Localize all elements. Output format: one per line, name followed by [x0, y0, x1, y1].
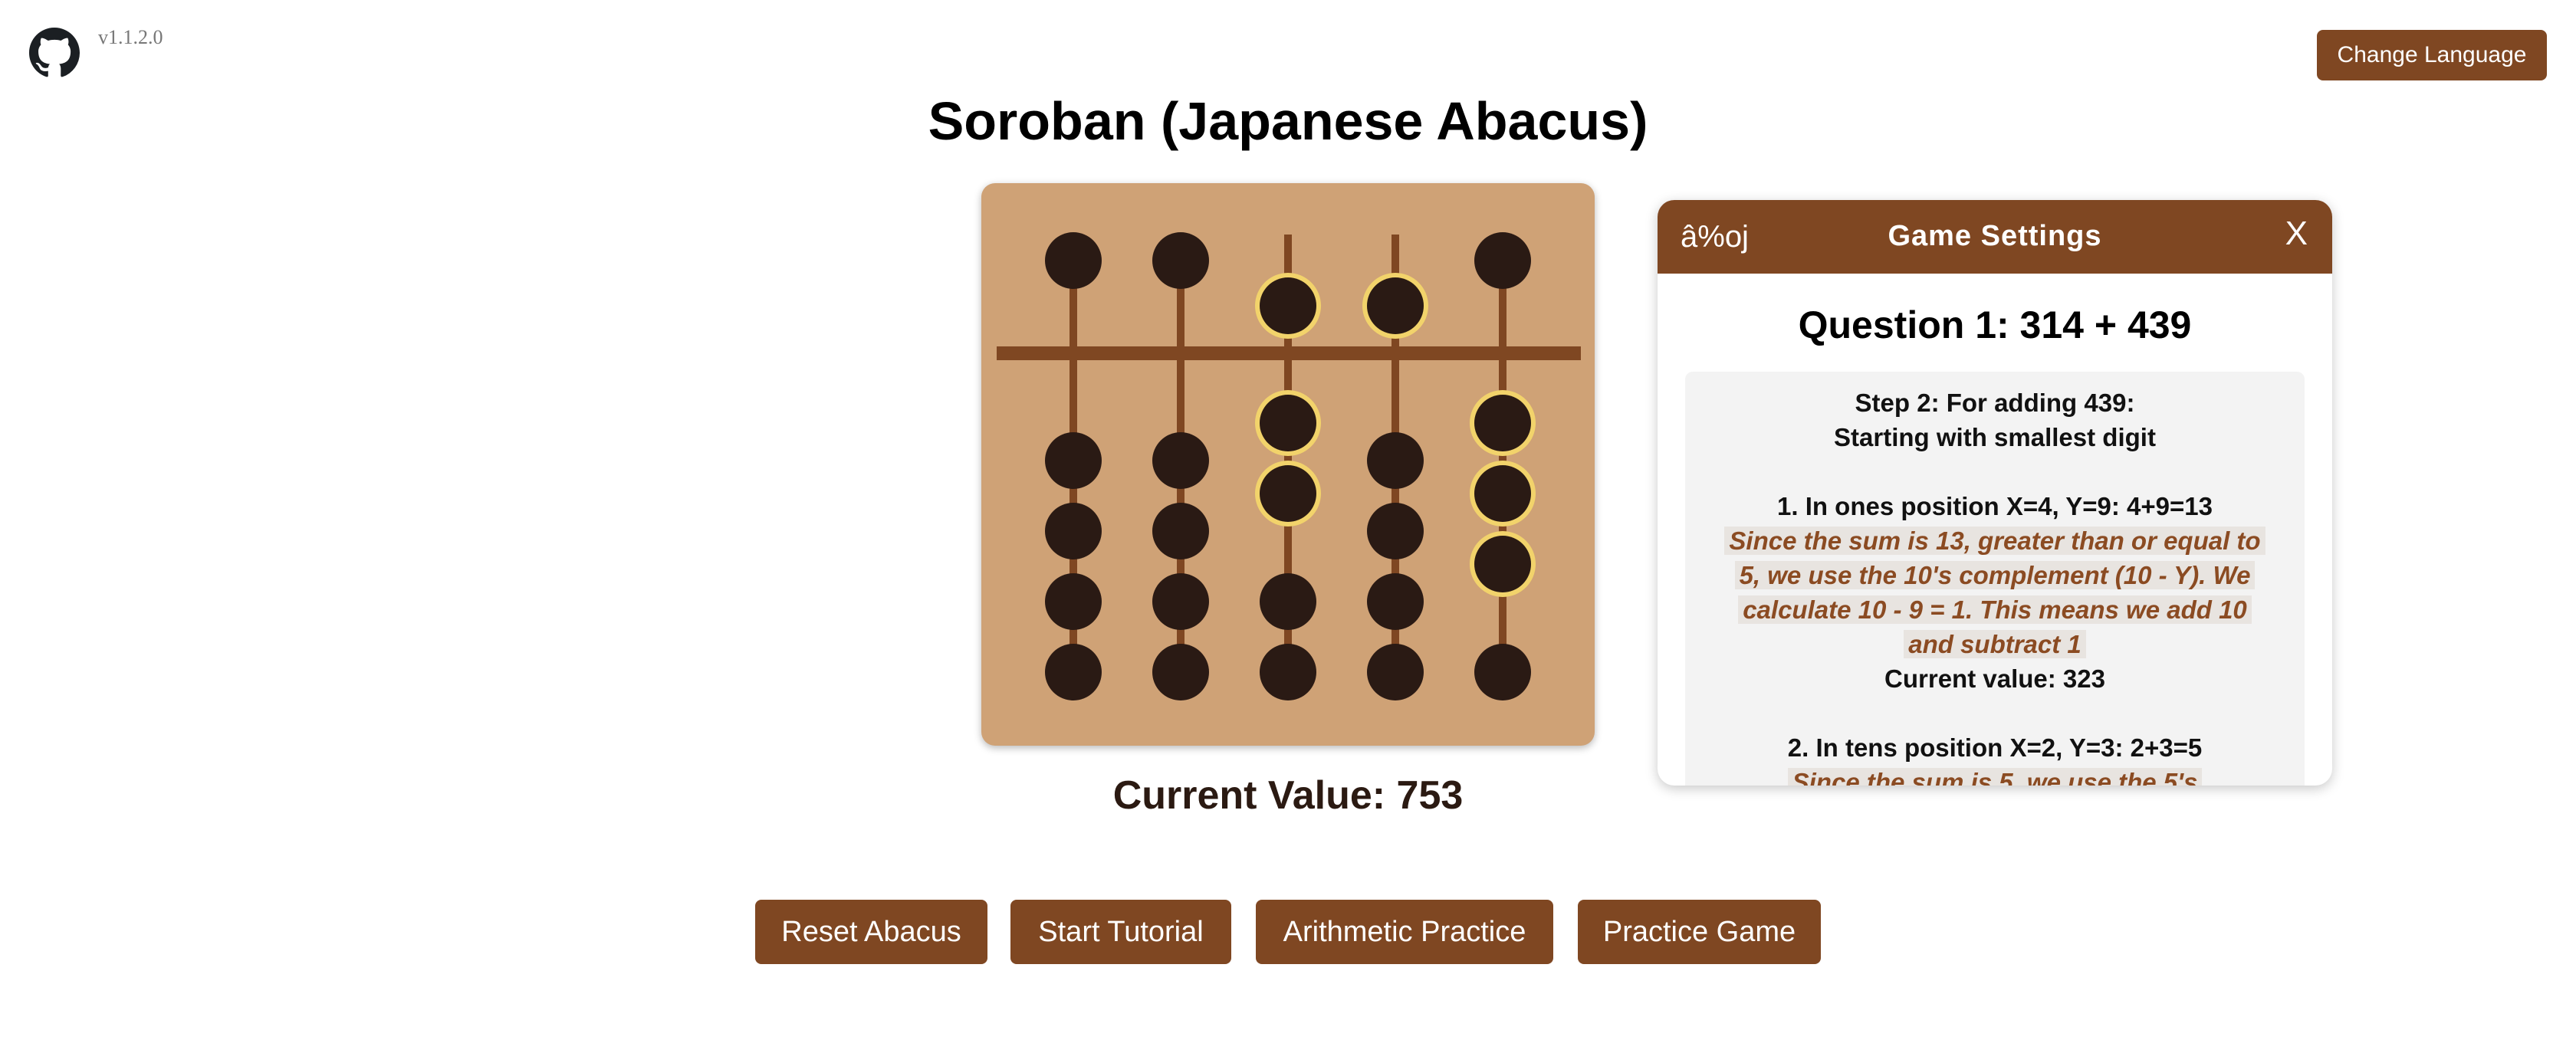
- page-title: Soroban (Japanese Abacus): [928, 91, 1648, 151]
- abacus-svg: [997, 232, 1581, 700]
- upper-bead[interactable]: [1045, 232, 1102, 289]
- reset-abacus-button[interactable]: Reset Abacus: [755, 900, 987, 964]
- abacus-frame: [981, 183, 1595, 746]
- lower-bead[interactable]: [1260, 465, 1316, 522]
- tutorial-steps[interactable]: Step 2: For adding 439: Starting with sm…: [1685, 372, 2305, 786]
- step-item-1-value: Current value: 323: [1884, 664, 2105, 693]
- upper-bead[interactable]: [1260, 277, 1316, 334]
- close-button[interactable]: X: [2281, 214, 2312, 254]
- lower-bead[interactable]: [1367, 644, 1424, 700]
- upper-bead[interactable]: [1474, 232, 1531, 289]
- github-link[interactable]: [29, 28, 80, 78]
- lower-bead[interactable]: [1260, 573, 1316, 630]
- question-text: Question 1: 314 + 439: [1798, 303, 2192, 346]
- step-item-1-title: 1. In ones position X=4, Y=9: 4+9=13: [1777, 492, 2213, 520]
- step-heading: Step 2: For adding 439:: [1855, 389, 2135, 417]
- step-subheading: Starting with smallest digit: [1834, 423, 2156, 451]
- upper-bead[interactable]: [1152, 232, 1209, 289]
- lower-bead[interactable]: [1152, 573, 1209, 630]
- change-language-button[interactable]: Change Language: [2317, 30, 2547, 80]
- lower-bead[interactable]: [1474, 465, 1531, 522]
- lower-bead[interactable]: [1367, 573, 1424, 630]
- lower-bead[interactable]: [1474, 536, 1531, 592]
- lower-bead[interactable]: [1045, 573, 1102, 630]
- lower-bead[interactable]: [1152, 503, 1209, 559]
- step-item-2-note: Since the sum is 5, we use the 5's: [1787, 768, 2203, 786]
- lower-bead[interactable]: [1045, 432, 1102, 489]
- arithmetic-practice-button[interactable]: Arithmetic Practice: [1256, 900, 1553, 964]
- lower-bead[interactable]: [1152, 644, 1209, 700]
- lower-bead[interactable]: [1045, 503, 1102, 559]
- lower-bead[interactable]: [1367, 503, 1424, 559]
- practice-game-button[interactable]: Practice Game: [1578, 900, 1821, 964]
- lower-bead[interactable]: [1260, 644, 1316, 700]
- game-settings-title: Game Settings: [1888, 220, 2102, 252]
- lower-bead[interactable]: [1152, 432, 1209, 489]
- abacus-beam: [997, 346, 1581, 360]
- lower-bead[interactable]: [1367, 432, 1424, 489]
- game-settings-header[interactable]: â%oj Game Settings X: [1658, 200, 2332, 274]
- game-settings-panel: â%oj Game Settings X Question 1: 314 + 4…: [1658, 200, 2332, 786]
- lower-bead[interactable]: [1474, 395, 1531, 451]
- lower-bead[interactable]: [1474, 644, 1531, 700]
- lower-bead[interactable]: [1045, 644, 1102, 700]
- step-item-1-note: Since the sum is 13, greater than or equ…: [1724, 526, 2266, 658]
- upper-bead[interactable]: [1367, 277, 1424, 334]
- version-label: v1.1.2.0: [98, 26, 163, 48]
- start-tutorial-button[interactable]: Start Tutorial: [1010, 900, 1231, 964]
- github-icon: [29, 28, 80, 77]
- lower-bead[interactable]: [1260, 395, 1316, 451]
- step-item-2-title: 2. In tens position X=2, Y=3: 2+3=5: [1787, 733, 2203, 762]
- current-value-display: Current Value: 753: [1112, 773, 1464, 818]
